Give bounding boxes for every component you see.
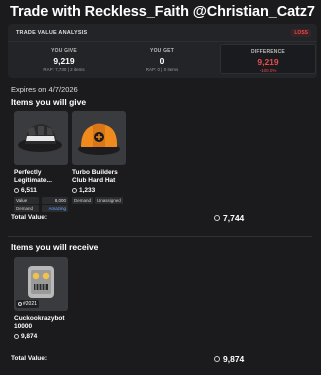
item-thumbnail[interactable]: [72, 111, 126, 165]
receive-item-name[interactable]: Cuckookrazybot 10000: [14, 315, 68, 330]
trade-value-analysis-panel: TRADE VALUE ANALYSIS LOSS YOU GIVE 9,219…: [8, 24, 317, 78]
receive-total-value: 9,874: [214, 354, 244, 364]
you-give-label: YOU GIVE: [51, 48, 77, 54]
give-section-title: Items you will give: [11, 97, 87, 107]
analysis-heading: TRADE VALUE ANALYSIS: [16, 30, 88, 36]
section-divider: [8, 236, 312, 237]
difference-column: DIFFERENCE 9,219 -100.0%: [220, 44, 316, 74]
you-get-label: YOU GET: [150, 48, 174, 54]
you-give-value: 9,219: [53, 56, 75, 66]
give-item-card[interactable]: Turbo Builders Club Hard Hat 1,233 Deman…: [72, 111, 126, 204]
give-item-value: 6,511: [14, 187, 68, 194]
give-total-label: Total Value:: [11, 214, 47, 221]
robux-icon: [14, 188, 19, 193]
receive-item-card[interactable]: #2021 Cuckookrazybot 10000 9,874: [14, 257, 68, 340]
give-item-value: 1,233: [72, 187, 126, 194]
robux-icon: [214, 215, 220, 221]
robux-icon: [214, 356, 220, 362]
demand-tag-label: Demand: [14, 205, 40, 212]
receive-total-label: Total Value:: [11, 355, 47, 362]
trade-title: Trade with Reckless_Faith @Christian_Cat…: [10, 4, 315, 20]
demand-tag-value: Unassigned: [95, 197, 123, 204]
item-tags: Value 8,000 Demand Amazing: [14, 197, 68, 212]
demand-tag-label: Demand: [72, 197, 94, 204]
serial-badge: #2021: [16, 300, 39, 308]
you-get-sub: RAP: 0 | 0 items: [145, 67, 179, 72]
difference-label: DIFFERENCE: [251, 49, 285, 55]
expiry-text: Expires on 4/7/2026: [11, 85, 78, 94]
give-total-value: 7,744: [214, 213, 244, 223]
you-give-sub: RAP: 7,730 | 2 items: [43, 67, 85, 72]
give-item-name[interactable]: Perfectly Legitimate...: [14, 169, 68, 184]
value-tag-number: 8,000: [42, 197, 68, 204]
you-give-column: YOU GIVE 9,219 RAP: 7,730 | 2 items: [16, 44, 112, 74]
loss-badge: LOSS: [291, 29, 311, 37]
give-item-name[interactable]: Turbo Builders Club Hard Hat: [72, 169, 126, 184]
fedora-hat-icon: [18, 124, 62, 152]
difference-percent: -100.0%: [259, 68, 277, 73]
demand-tag-value: Amazing: [42, 205, 68, 212]
item-thumbnail[interactable]: [14, 111, 68, 165]
value-tag-label: Value: [14, 197, 40, 204]
receive-section-title: Items you will receive: [11, 242, 99, 252]
robux-icon: [72, 188, 77, 193]
give-item-card[interactable]: Perfectly Legitimate... 6,511 Value 8,00…: [14, 111, 68, 212]
receive-item-value: 9,874: [14, 333, 68, 340]
item-thumbnail[interactable]: #2021: [14, 257, 68, 311]
robux-icon: [14, 334, 19, 339]
you-get-column: YOU GET 0 RAP: 0 | 0 items: [114, 44, 210, 74]
panel-divider: [8, 41, 317, 42]
you-get-value: 0: [159, 56, 165, 66]
difference-value: 9,219: [257, 57, 279, 67]
hard-hat-icon: [78, 123, 120, 155]
item-tags: Demand Unassigned: [72, 197, 126, 204]
serial-icon: [18, 302, 22, 306]
